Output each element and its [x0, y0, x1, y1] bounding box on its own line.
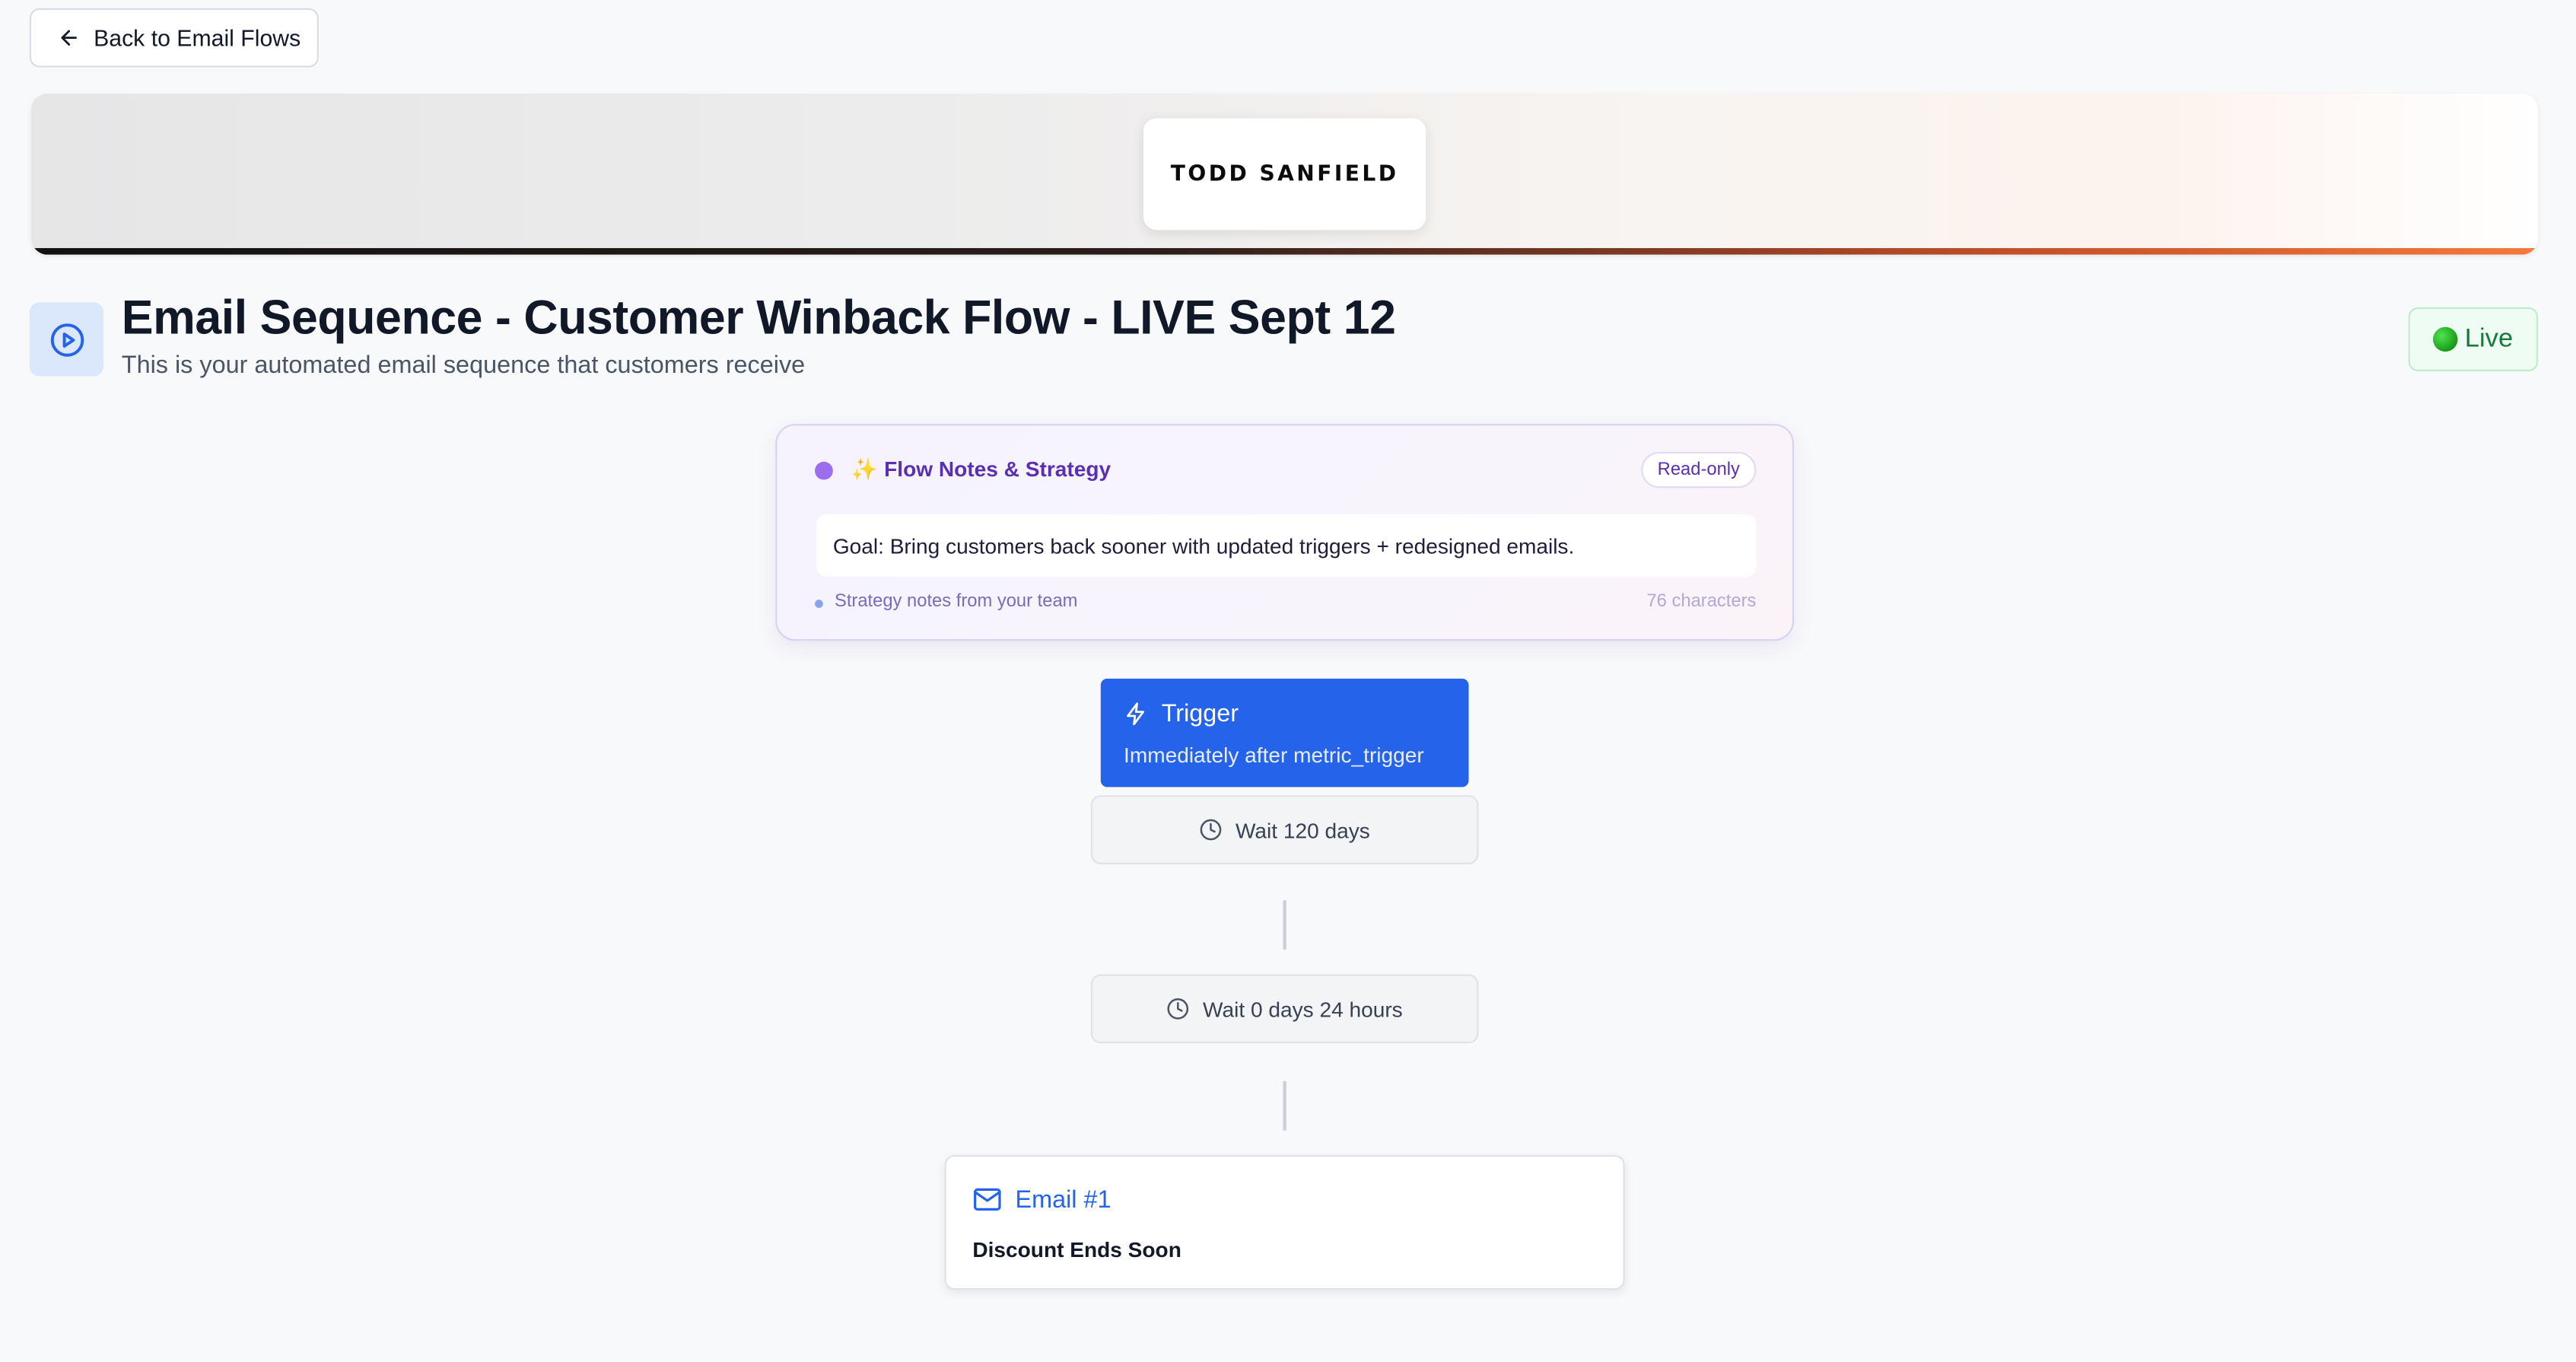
- wait-step-1[interactable]: Wait 120 days: [1090, 795, 1479, 864]
- back-to-email-flows-button[interactable]: Back to Email Flows: [29, 8, 319, 68]
- flow-notes-card: ✨ Flow Notes & Strategy Read-only Goal: B…: [775, 424, 1795, 641]
- flow-notes-title: ✨ Flow Notes & Strategy: [851, 457, 1111, 483]
- email-subject: Discount Ends Soon: [972, 1237, 1181, 1262]
- trigger-description: Immediately after metric_trigger: [1124, 743, 1424, 768]
- trigger-title: Trigger: [1161, 699, 1239, 728]
- clock-icon: [1167, 998, 1189, 1020]
- wait-step-label: Wait 0 days 24 hours: [1203, 996, 1403, 1022]
- brand-logo-text: TODD SANFIELD: [1170, 161, 1399, 187]
- mail-icon: [973, 1188, 1001, 1211]
- page-title: Email Sequence - Customer Winback Flow -…: [121, 292, 1396, 345]
- play-circle-icon: [29, 302, 104, 377]
- status-badge: Live: [2408, 307, 2539, 372]
- clock-icon: [1200, 819, 1222, 841]
- trigger-header: Trigger: [1124, 700, 1239, 728]
- arrow-left-icon: [58, 27, 81, 49]
- read-only-badge: Read-only: [1641, 451, 1757, 488]
- flow-connector: [1283, 900, 1286, 950]
- email-title: Email #1: [1015, 1185, 1111, 1214]
- back-button-label: Back to Email Flows: [94, 24, 301, 51]
- notes-dot-icon: [815, 461, 833, 480]
- page-subtitle: This is your automated email sequence th…: [121, 352, 806, 380]
- lightning-icon: [1127, 702, 1145, 726]
- status-badge-label: Live: [2464, 324, 2514, 353]
- brand-banner: TODD SANFIELD: [31, 94, 2539, 255]
- trigger-node[interactable]: Trigger Immediately after metric_trigger: [1100, 678, 1469, 788]
- wait-step-label: Wait 120 days: [1235, 817, 1370, 842]
- notes-character-count: 76 characters: [1646, 591, 1757, 612]
- flow-notes-text: Goal: Bring customers back sooner with u…: [816, 514, 1757, 577]
- email-header: Email #1: [972, 1185, 1111, 1214]
- page: Back to Email Flows TODD SANFIELD Email …: [0, 0, 2576, 1362]
- flow-connector: [1283, 1080, 1286, 1131]
- footer-dot-icon: [815, 600, 823, 608]
- wait-step-2[interactable]: Wait 0 days 24 hours: [1090, 974, 1479, 1044]
- banner-accent-stripe: [31, 248, 2539, 255]
- notes-footer-caption: Strategy notes from your team: [834, 591, 1078, 612]
- flow-notes-title-text: Flow Notes & Strategy: [884, 457, 1111, 482]
- email-node[interactable]: Email #1 Discount Ends Soon: [944, 1155, 1625, 1290]
- sparkle-icon: ✨: [851, 457, 878, 482]
- brand-logo: TODD SANFIELD: [1143, 118, 1426, 231]
- live-status-dot-icon: [2433, 326, 2459, 352]
